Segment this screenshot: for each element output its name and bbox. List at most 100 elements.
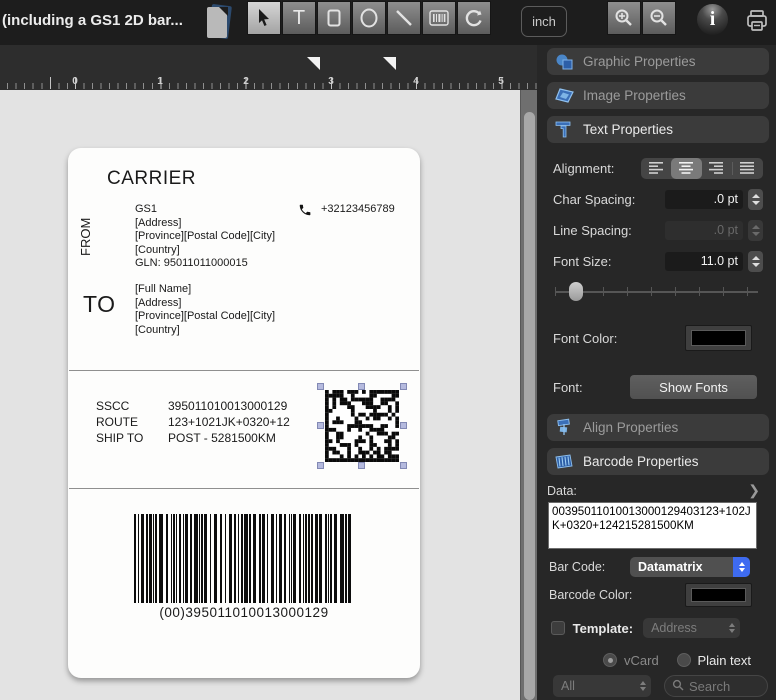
template-checkbox[interactable]: [551, 621, 565, 635]
align-left-button[interactable]: [641, 158, 671, 179]
selection-handle[interactable]: [317, 383, 324, 390]
datamatrix-image: [325, 390, 400, 467]
ellipse-icon: [359, 8, 379, 28]
ruler-number: 1: [157, 76, 163, 87]
rectangle-tool-button[interactable]: [317, 1, 351, 35]
barcode-type-value: Datamatrix: [638, 560, 703, 574]
section-label: Image Properties: [583, 88, 686, 103]
selection-handle[interactable]: [400, 383, 407, 390]
font-size-slider[interactable]: [537, 282, 776, 301]
rotate-tool-button[interactable]: [457, 1, 491, 35]
data-disclosure-chevron-icon[interactable]: ❯: [748, 482, 760, 499]
printer-icon: [744, 10, 770, 38]
selection-handle[interactable]: [400, 422, 407, 429]
zoom-out-icon: [648, 7, 670, 29]
barcode-tool-button[interactable]: [422, 1, 456, 35]
barcode-color-label: Barcode Color:: [549, 588, 633, 602]
barcode-data-input[interactable]: 00395011010013000129403123+102JK+0320+12…: [548, 502, 757, 549]
font-size-field[interactable]: 11.0 pt: [665, 252, 743, 271]
barcode-color-row: Barcode Color:: [537, 582, 776, 608]
line-icon: [394, 8, 414, 28]
ellipse-tool-button[interactable]: [352, 1, 386, 35]
section-image-properties[interactable]: Image Properties: [547, 82, 769, 109]
line-tool-button[interactable]: [387, 1, 421, 35]
align-justify-button[interactable]: [733, 158, 763, 179]
code128-barcode[interactable]: [134, 514, 354, 603]
contact-filter-value: All: [561, 679, 575, 693]
info-button[interactable]: i: [697, 4, 728, 35]
to-address-line: [Full Name]: [135, 283, 192, 295]
print-button[interactable]: [744, 8, 770, 34]
to-label[interactable]: TO: [83, 291, 116, 318]
selection-handle[interactable]: [317, 422, 324, 429]
show-fonts-button[interactable]: Show Fonts: [630, 375, 757, 399]
unit-selector[interactable]: inch: [521, 6, 567, 37]
section-graphic-properties[interactable]: Graphic Properties: [547, 48, 769, 75]
contact-search-field[interactable]: [664, 675, 768, 697]
char-spacing-field[interactable]: .0 pt: [665, 190, 743, 209]
graphic-properties-icon: [554, 52, 574, 72]
tab-stop-marker[interactable]: [383, 57, 396, 70]
design-canvas[interactable]: CARRIER FROM GS1 [Address] [Province][Po…: [0, 90, 537, 700]
shipping-info-table[interactable]: SSCC 395011010013000129 ROUTE 123+1021JK…: [96, 398, 290, 446]
font-color-well[interactable]: [685, 325, 752, 351]
barcode-color-well[interactable]: [685, 583, 752, 607]
line-spacing-row: Line Spacing: .0 pt: [537, 220, 776, 241]
zoom-in-button[interactable]: [607, 1, 641, 35]
tab-stop-marker[interactable]: [307, 57, 320, 70]
ruler-number: 4: [413, 76, 419, 87]
carrier-title[interactable]: CARRIER: [107, 168, 196, 190]
barcode-type-label: Bar Code:: [549, 560, 606, 574]
ruler-number: 2: [243, 76, 249, 87]
unit-label: inch: [532, 14, 556, 29]
info-icon: i: [709, 8, 716, 30]
slider-thumb[interactable]: [569, 282, 583, 301]
barcode-human-readable: (00)395011010013000129: [159, 605, 329, 620]
selection-handle[interactable]: [317, 462, 324, 469]
section-barcode-properties[interactable]: Barcode Properties: [547, 448, 769, 475]
plain-text-radio[interactable]: [676, 653, 691, 667]
from-gln: GLN: 95011011000015: [135, 257, 248, 270]
barcode-type-row: Bar Code: Datamatrix: [537, 557, 776, 577]
datamatrix-barcode-selected[interactable]: [317, 383, 407, 469]
popup-arrows-icon: [634, 676, 651, 696]
shipto-value: POST - 5281500KM: [168, 431, 276, 445]
label-document[interactable]: CARRIER FROM GS1 [Address] [Province][Po…: [68, 148, 420, 678]
tool-buttons: T: [247, 1, 491, 35]
from-label[interactable]: FROM: [78, 204, 96, 270]
char-spacing-stepper[interactable]: [748, 189, 763, 210]
phone-number: +32123456789: [321, 203, 395, 215]
app-window: (including a GS1 2D bar... T inch i 0 1 …: [0, 0, 776, 700]
vertical-scrollbar[interactable]: [520, 90, 537, 700]
selection-handle[interactable]: [358, 383, 365, 390]
scrollbar-thumb[interactable]: [524, 112, 535, 700]
section-text-properties[interactable]: Text Properties: [547, 116, 769, 143]
section-divider: [69, 488, 419, 489]
section-align-properties[interactable]: Align Properties: [547, 414, 769, 441]
section-label: Align Properties: [583, 420, 679, 435]
from-address-line: [Address]: [135, 216, 182, 229]
text-tool-button[interactable]: T: [282, 1, 316, 35]
from-address-block[interactable]: GS1 [Address] [Province][Postal Code][Ci…: [135, 203, 275, 271]
to-address-block[interactable]: [Full Name] [Address] [Province][Postal …: [135, 283, 275, 337]
section-label: Text Properties: [583, 122, 674, 137]
zoom-out-button[interactable]: [642, 1, 676, 35]
window-title: (including a GS1 2D bar...: [2, 12, 183, 29]
template-value: Address: [651, 621, 697, 635]
plain-text-label: Plain text: [697, 652, 751, 668]
line-spacing-label: Line Spacing:: [553, 223, 632, 238]
ruler-number: 5: [498, 76, 504, 87]
align-right-button[interactable]: [702, 158, 732, 179]
align-center-button[interactable]: [671, 157, 702, 179]
to-address-line: [Address]: [135, 296, 182, 309]
phone-block[interactable]: +32123456789: [298, 203, 395, 222]
select-tool-button[interactable]: [247, 1, 281, 35]
selection-handle[interactable]: [400, 462, 407, 469]
section-label: Barcode Properties: [583, 454, 699, 469]
barcode-type-popup[interactable]: Datamatrix: [630, 557, 750, 577]
phone-icon: [298, 203, 312, 222]
selection-handle[interactable]: [358, 462, 365, 469]
section-divider: [69, 370, 419, 371]
search-input[interactable]: [689, 678, 759, 694]
font-size-stepper[interactable]: [748, 251, 763, 272]
